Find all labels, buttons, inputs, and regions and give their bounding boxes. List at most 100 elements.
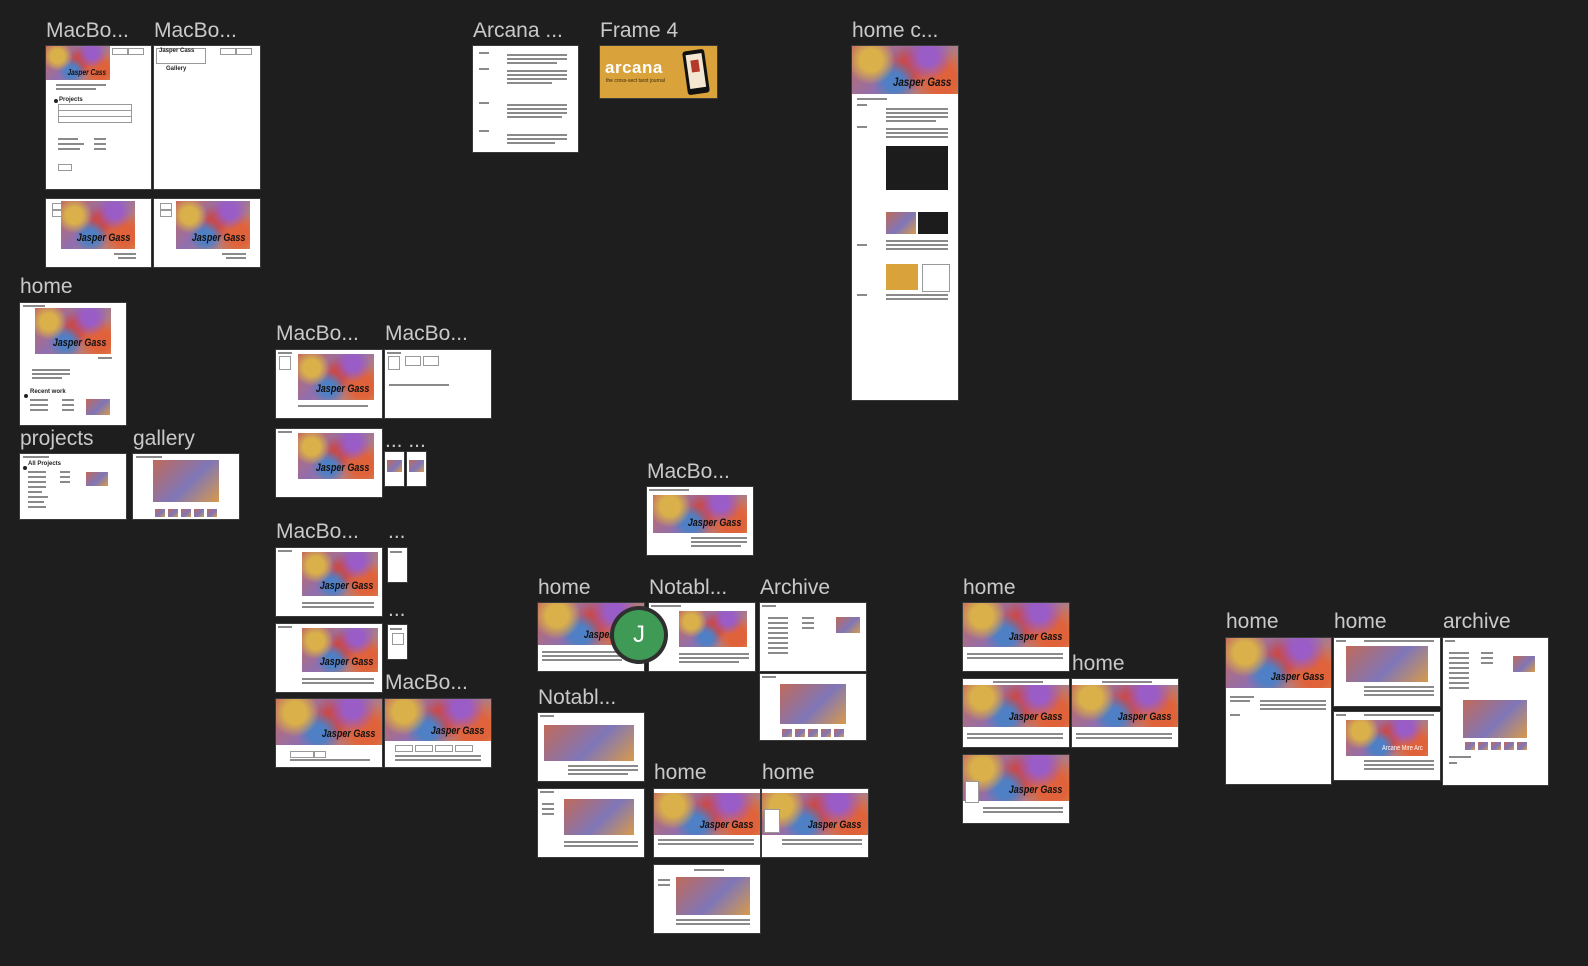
frame-home-bottom-2[interactable]: Jasper Gass [762,789,868,857]
frame-label-home-right-1[interactable]: home [963,576,1016,600]
frame-label-home-mid[interactable]: home [538,576,591,600]
frame-label-gallery[interactable]: gallery [133,427,195,451]
frame-mobile-2[interactable] [407,452,426,486]
gallery-thumbnail[interactable] [1504,742,1514,750]
frame-label-arcana[interactable]: Arcana ... [473,19,563,43]
tab-button [290,751,314,758]
frame-label-home-c[interactable]: home c... [852,19,938,43]
gallery-thumbnail[interactable] [808,729,818,737]
hero-image [409,460,424,472]
hero-image: Jasper Gass [35,308,111,354]
frame-archive-far[interactable] [1443,638,1548,785]
frame-label-home-bottom-1[interactable]: home [654,761,707,785]
gallery-thumbnail[interactable] [1465,742,1475,750]
frame-label-macbook-3[interactable]: MacBo... [276,322,359,346]
gallery-thumbnail[interactable] [795,729,805,737]
frame-arcana[interactable] [473,46,578,152]
tab-button [435,745,453,752]
gallery-thumbnail[interactable] [1478,742,1488,750]
frame-label-projects[interactable]: projects [20,427,94,451]
frame-4[interactable]: arcana the cross-sect tarot journal [600,46,717,98]
frame-macbook-5[interactable]: Jasper Gass [276,548,382,616]
frame-macbook-4[interactable] [385,350,491,418]
hero-image: Jasper Cass [46,46,110,80]
text-line [28,486,46,488]
frame-label-macbook-1[interactable]: MacBo... [46,19,129,43]
phone-screen [685,53,707,89]
frame-projects[interactable]: All Projects [20,454,126,519]
frame-label-home-bottom-2[interactable]: home [762,761,815,785]
text-line [507,58,567,60]
gallery-thumbnail[interactable] [207,509,217,517]
frame-macbook-3b[interactable]: Jasper Gass [276,429,382,497]
text-line [967,657,1063,659]
frame-label-ellipsis-pair[interactable]: ... ... [385,429,426,453]
frame-archive-mid[interactable] [760,603,866,671]
frame-mobile-3[interactable] [388,548,407,582]
frame-gallery[interactable] [133,454,239,519]
frame-label-frame-4[interactable]: Frame 4 [600,19,678,43]
text-line [768,652,788,654]
text-line [658,879,670,881]
gallery-thumbnail[interactable] [834,729,844,737]
gallery-thumbnail[interactable] [782,729,792,737]
frame-macbook-center[interactable]: Jasper Gass [647,487,753,555]
frame-home-c[interactable]: Jasper Gass [852,46,958,400]
gallery-thumbnail[interactable] [168,509,178,517]
frame-macbook-5b[interactable]: Jasper Gass [276,624,382,692]
frame-gallery-mid[interactable] [760,674,866,740]
bullet [54,99,58,103]
design-canvas[interactable]: MacBo... Jasper Cass Projects MacBo... J… [0,0,1588,966]
frame-home-right-1b[interactable]: Jasper Gass [963,679,1069,747]
frame-label-notable-1[interactable]: Notabl... [649,576,727,600]
frame-home-far-2b[interactable]: Arcane Mire Arc [1334,712,1440,780]
frame-home-far-1[interactable]: Jasper Gass [1226,638,1331,784]
frame-label-home-right-2[interactable]: home [1072,652,1125,676]
frame-mobile-1[interactable] [385,452,404,486]
frame-label-archive-far[interactable]: archive [1443,610,1511,634]
frame-label-macbook-6[interactable]: MacBo... [385,671,468,695]
gallery-thumbnail[interactable] [1517,742,1527,750]
frame-home-right-1c[interactable]: Jasper Gass [963,755,1069,823]
frame-macbook-5c[interactable]: Jasper Gass [276,699,382,767]
text-line [1364,690,1434,692]
frame-home-bottom-1[interactable]: Jasper Gass [654,789,760,857]
frame-label-ellipsis-1[interactable]: ... [388,520,406,544]
gallery-thumbnail[interactable] [821,729,831,737]
frame-home-far-2[interactable] [1334,638,1440,706]
frame-home-right-2[interactable]: Jasper Gass [1072,679,1178,747]
collaborator-avatar[interactable]: J [610,606,668,664]
frame-macbook-2b[interactable]: Jasper Gass [154,199,260,267]
frame-home-right-1[interactable]: Jasper Gass [963,603,1069,671]
frame-label-macbook-4[interactable]: MacBo... [385,322,468,346]
gallery-thumbnail[interactable] [1491,742,1501,750]
gallery-thumbnail[interactable] [155,509,165,517]
frame-mobile-4[interactable] [388,625,407,659]
arcana-logo: arcana [605,58,663,77]
frame-label-home-far-1[interactable]: home [1226,610,1279,634]
gallery-thumbnail[interactable] [194,509,204,517]
text-line [28,471,46,473]
frame-macbook-1[interactable]: Jasper Cass Projects [46,46,151,189]
frame-macbook-2[interactable]: Jasper Cass Gallery [154,46,260,189]
frame-label-macbook-2[interactable]: MacBo... [154,19,237,43]
frame-home-left[interactable]: Jasper Gass Recent work [20,303,126,425]
frame-label-macbook-5[interactable]: MacBo... [276,520,359,544]
frame-label-archive-mid[interactable]: Archive [760,576,830,600]
frame-macbook-1b[interactable]: Jasper Gass [46,199,151,267]
frame-label-home-left[interactable]: home [20,275,73,299]
frame-label-notable-2[interactable]: Notabl... [538,686,616,710]
frame-label-home-far-2[interactable]: home [1334,610,1387,634]
frame-label-ellipsis-2[interactable]: ... [388,598,406,622]
gallery-thumbnail[interactable] [181,509,191,517]
frame-label-macbook-center[interactable]: MacBo... [647,460,730,484]
text-line [1449,667,1469,669]
frame-notable-2b[interactable] [538,789,644,857]
tab-button [455,745,473,752]
frame-home-bottom-3[interactable] [654,865,760,933]
frame-notable-2[interactable] [538,713,644,781]
frame-macbook-3[interactable]: Jasper Gass [276,350,382,418]
frame-macbook-6[interactable]: Jasper Gass [385,699,491,767]
project-thumbnail [1513,656,1535,672]
label-line [857,294,867,296]
